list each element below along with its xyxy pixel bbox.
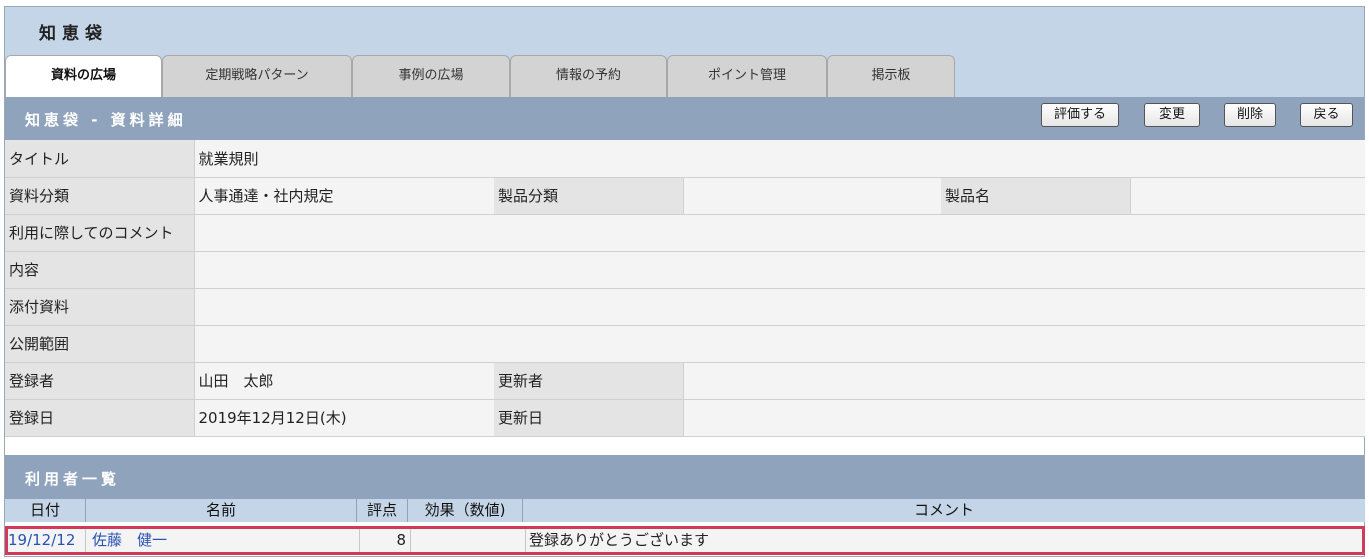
scope-label: 公開範囲 — [5, 325, 195, 363]
registrant-link[interactable]: 山田 太郎 — [194, 362, 494, 400]
registered-date-row: 登録日 2019年12月12日(木) 更新日 — [5, 399, 1365, 437]
usage-comment-row: 利用に際してのコメント — [5, 214, 1365, 252]
content-row: 内容 — [5, 251, 1365, 289]
delete-button[interactable]: 削除 — [1224, 103, 1276, 127]
updated-date-label: 更新日 — [494, 399, 684, 437]
column-name: 名前 — [86, 499, 357, 522]
tab-point-management[interactable]: ポイント管理 — [667, 55, 827, 97]
product-category-label: 製品分類 — [494, 177, 684, 215]
scope-row: 公開範囲 — [5, 325, 1365, 363]
rate-button[interactable]: 評価する — [1041, 103, 1119, 127]
scope-value — [194, 325, 1365, 363]
row-date-link[interactable]: 19/12/12 — [8, 529, 86, 552]
tab-bar: 資料の広場 定期戦略パターン 事例の広場 情報の予約 ポイント管理 掲示板 — [5, 55, 1364, 98]
product-name-label: 製品名 — [941, 177, 1131, 215]
edit-button[interactable]: 変更 — [1144, 103, 1200, 127]
app-header: 知恵袋 — [5, 7, 1364, 55]
detail-title: 知恵袋 - 資料詳細 — [25, 111, 187, 129]
tab-case-studies[interactable]: 事例の広場 — [352, 55, 510, 97]
back-button[interactable]: 戻る — [1300, 103, 1353, 127]
content-value — [194, 251, 1365, 289]
registrant-label: 登録者 — [5, 362, 195, 400]
user-list-header: 利用者一覧 — [5, 455, 1364, 499]
registrant-row: 登録者 山田 太郎 更新者 — [5, 362, 1365, 400]
usage-comment-label: 利用に際してのコメント — [5, 214, 195, 252]
updater-value — [683, 362, 1365, 400]
registered-date-value: 2019年12月12日(木) — [194, 399, 494, 437]
title-label: タイトル — [5, 140, 195, 178]
app-title: 知恵袋 — [39, 24, 108, 44]
row-name-link[interactable]: 佐藤 健一 — [90, 529, 360, 552]
column-effect: 効果（数値) — [408, 499, 523, 522]
app-frame: 知恵袋 資料の広場 定期戦略パターン 事例の広場 情報の予約 ポイント管理 掲示… — [4, 6, 1365, 557]
category-row: 資料分類 人事通達・社内規定 製品分類 製品名 — [5, 177, 1365, 215]
column-date: 日付 — [5, 499, 86, 522]
table-row: 19/12/12 佐藤 健一 8 登録ありがとうございます — [5, 526, 1365, 555]
updated-date-value — [683, 399, 1365, 437]
tab-bulletin-board[interactable]: 掲示板 — [827, 55, 955, 97]
row-comment: 登録ありがとうございます — [529, 531, 710, 549]
row-effect — [411, 529, 526, 552]
tab-strategy-patterns[interactable]: 定期戦略パターン — [162, 55, 352, 97]
user-list-columns: 日付 名前 評点 効果（数値) コメント — [5, 499, 1365, 522]
content-label: 内容 — [5, 251, 195, 289]
registered-date-label: 登録日 — [5, 399, 195, 437]
detail-table: タイトル 就業規則 資料分類 人事通達・社内規定 製品分類 製品名 利用に際して… — [5, 140, 1365, 437]
column-comment: コメント — [913, 501, 974, 519]
title-row: タイトル 就業規則 — [5, 140, 1365, 178]
attachment-row: 添付資料 — [5, 288, 1365, 326]
category-label: 資料分類 — [5, 177, 195, 215]
tab-documents[interactable]: 資料の広場 — [5, 55, 162, 98]
user-list-title: 利用者一覧 — [25, 470, 121, 488]
attachment-value — [194, 288, 1365, 326]
product-category-value — [683, 177, 941, 215]
column-score: 評点 — [357, 499, 408, 522]
row-score: 8 — [360, 529, 411, 552]
detail-header: 知恵袋 - 資料詳細 評価する 変更 削除 戻る — [5, 97, 1364, 140]
title-value: 就業規則 — [194, 140, 1365, 178]
tab-info-reservation[interactable]: 情報の予約 — [510, 55, 667, 97]
attachment-label: 添付資料 — [5, 288, 195, 326]
category-value: 人事通達・社内規定 — [194, 177, 494, 215]
usage-comment-value — [194, 214, 1365, 252]
product-name-value — [1130, 177, 1365, 215]
updater-label: 更新者 — [494, 362, 684, 400]
